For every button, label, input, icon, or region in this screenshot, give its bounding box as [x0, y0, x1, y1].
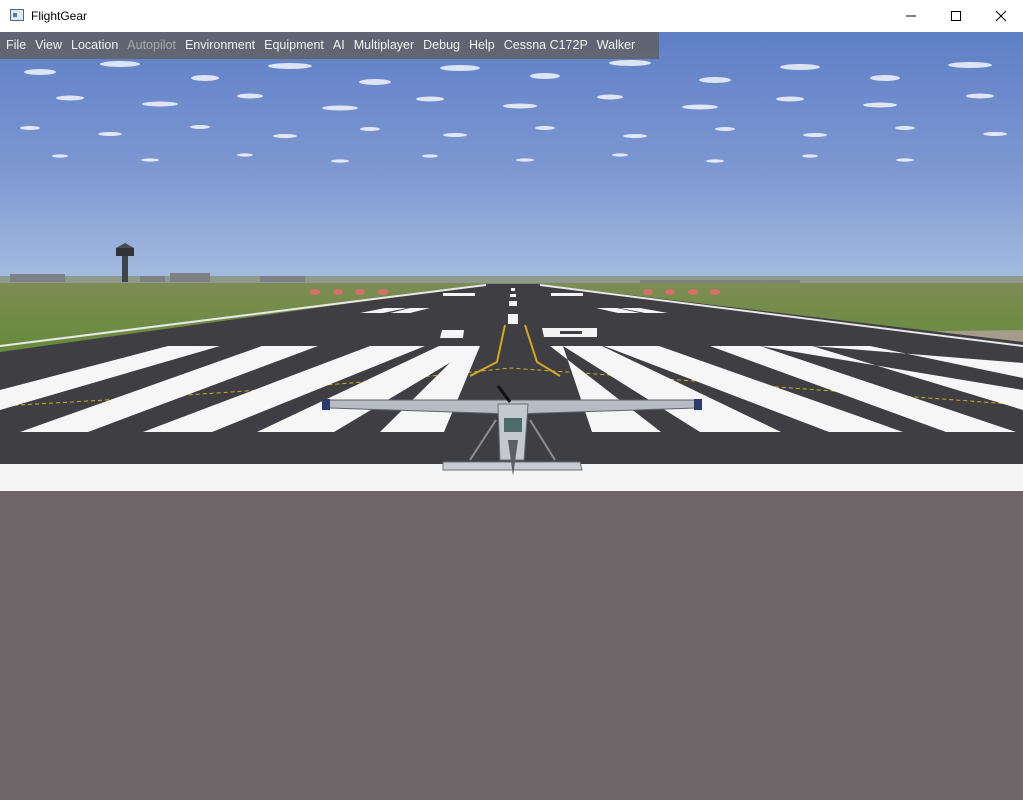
menu-view[interactable]: View: [32, 32, 65, 59]
title-bar: FlightGear: [0, 0, 1023, 32]
apron: [0, 491, 1023, 800]
maximize-icon: [951, 11, 961, 21]
maximize-button[interactable]: [933, 0, 979, 32]
menu-location[interactable]: Location: [68, 32, 121, 59]
3d-viewport[interactable]: [0, 32, 1023, 800]
minimize-icon: [906, 15, 916, 17]
menu-help[interactable]: Help: [466, 32, 498, 59]
close-button[interactable]: [978, 0, 1023, 32]
minimize-button[interactable]: [888, 0, 934, 32]
menu-file[interactable]: File: [3, 32, 29, 59]
menu-ai[interactable]: AI: [330, 32, 348, 59]
menu-equipment[interactable]: Equipment: [261, 32, 327, 59]
menu-walker[interactable]: Walker: [594, 32, 638, 59]
close-icon: [995, 10, 1007, 22]
flightgear-app-icon: [10, 9, 24, 21]
runway-scene: [0, 32, 1023, 800]
menu-autopilot[interactable]: Autopilot: [124, 32, 179, 59]
menu-multiplayer[interactable]: Multiplayer: [351, 32, 417, 59]
menu-debug[interactable]: Debug: [420, 32, 463, 59]
menu-environment[interactable]: Environment: [182, 32, 258, 59]
menu-bar: File View Location Autopilot Environment Equi…: [0, 32, 659, 59]
window-title: FlightGear: [31, 9, 88, 23]
sky: [0, 32, 1023, 284]
menu-cessna-c172p[interactable]: Cessna C172P: [501, 32, 591, 59]
